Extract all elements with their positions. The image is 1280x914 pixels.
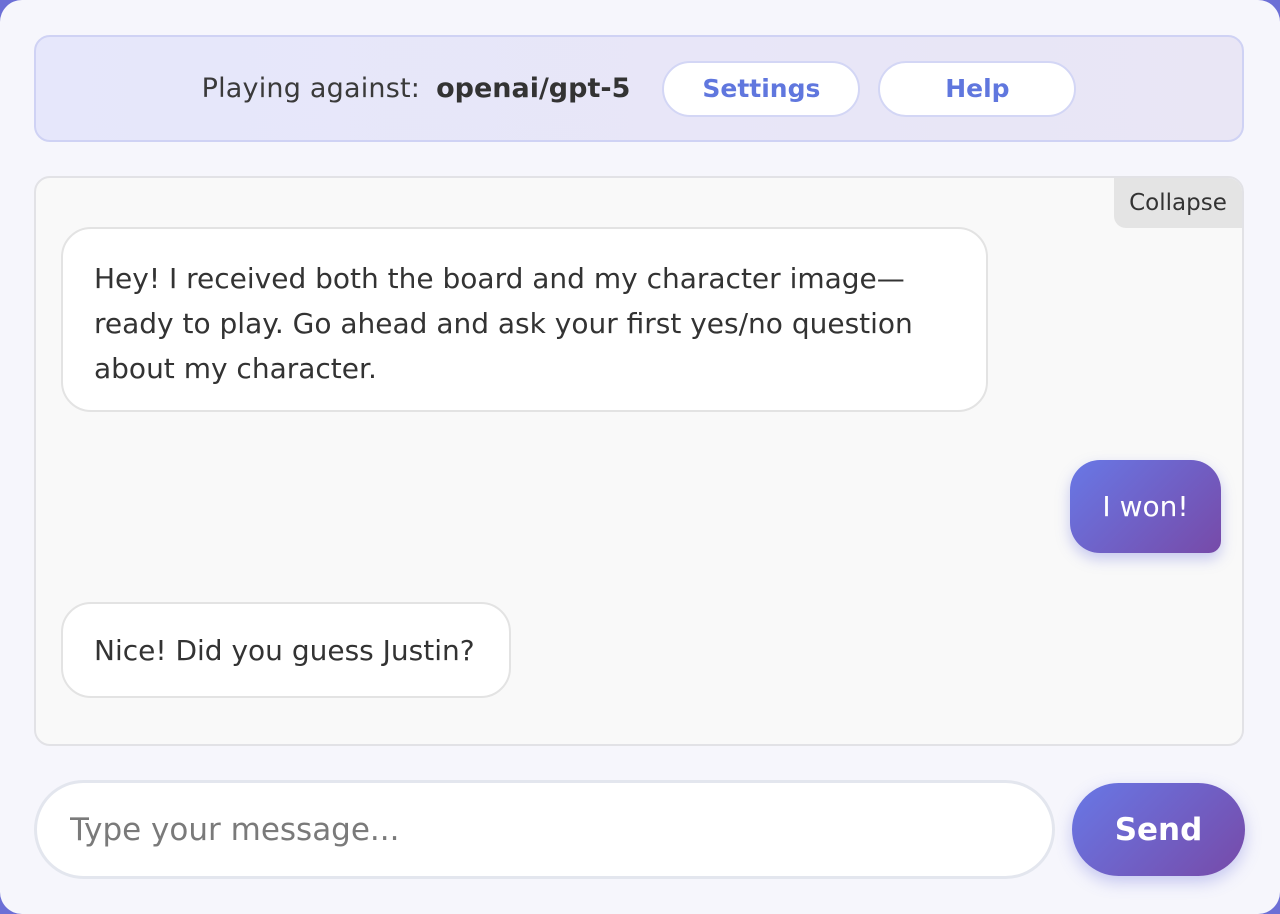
- send-button[interactable]: Send: [1072, 783, 1245, 876]
- playing-against-label: Playing against:: [201, 73, 421, 104]
- message-input[interactable]: [34, 780, 1055, 879]
- collapse-button[interactable]: Collapse: [1114, 178, 1242, 228]
- assistant-message: Nice! Did you guess Justin?: [61, 602, 511, 698]
- chat-panel: Collapse Hey! I received both the board …: [34, 176, 1244, 746]
- assistant-message: Hey! I received both the board and my ch…: [61, 227, 988, 412]
- settings-button[interactable]: Settings: [662, 60, 861, 117]
- help-button[interactable]: Help: [878, 60, 1077, 117]
- game-header: Playing against: openai/gpt-5 Settings H…: [34, 35, 1244, 142]
- opponent-model-name: openai/gpt-5: [436, 73, 631, 104]
- user-message: I won!: [1070, 460, 1221, 553]
- app-window: Playing against: openai/gpt-5 Settings H…: [0, 0, 1280, 914]
